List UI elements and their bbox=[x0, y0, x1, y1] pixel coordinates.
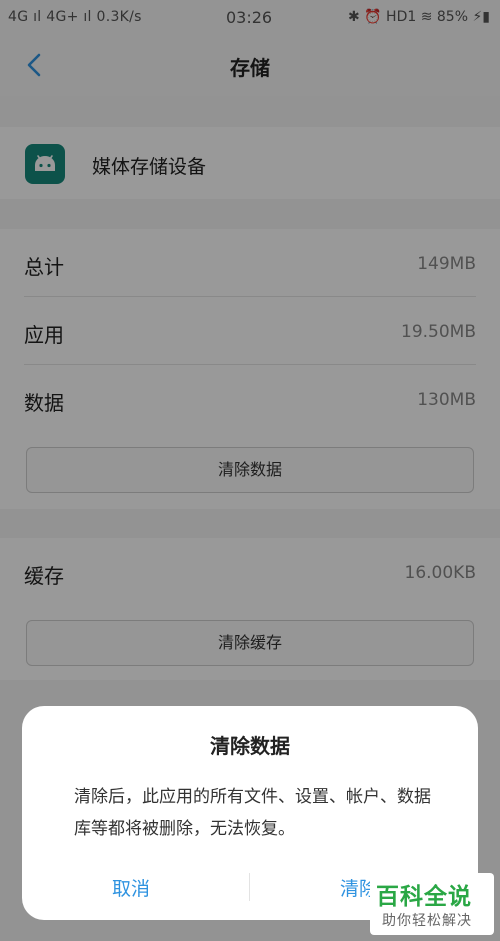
watermark-logo: 百科全说 助你轻松解决 bbox=[370, 873, 494, 935]
dialog-title: 清除数据 bbox=[210, 734, 290, 758]
watermark-sub-text: 助你轻松解决 bbox=[382, 913, 472, 929]
watermark-main-text: 百科全说 bbox=[376, 884, 472, 910]
cancel-button[interactable]: 取消 bbox=[112, 874, 150, 901]
dialog-message: 清除后，此应用的所有文件、设置、帐户、数据库等都将被删除，无法恢复。 bbox=[74, 787, 431, 839]
dialog-button-divider bbox=[249, 873, 250, 901]
